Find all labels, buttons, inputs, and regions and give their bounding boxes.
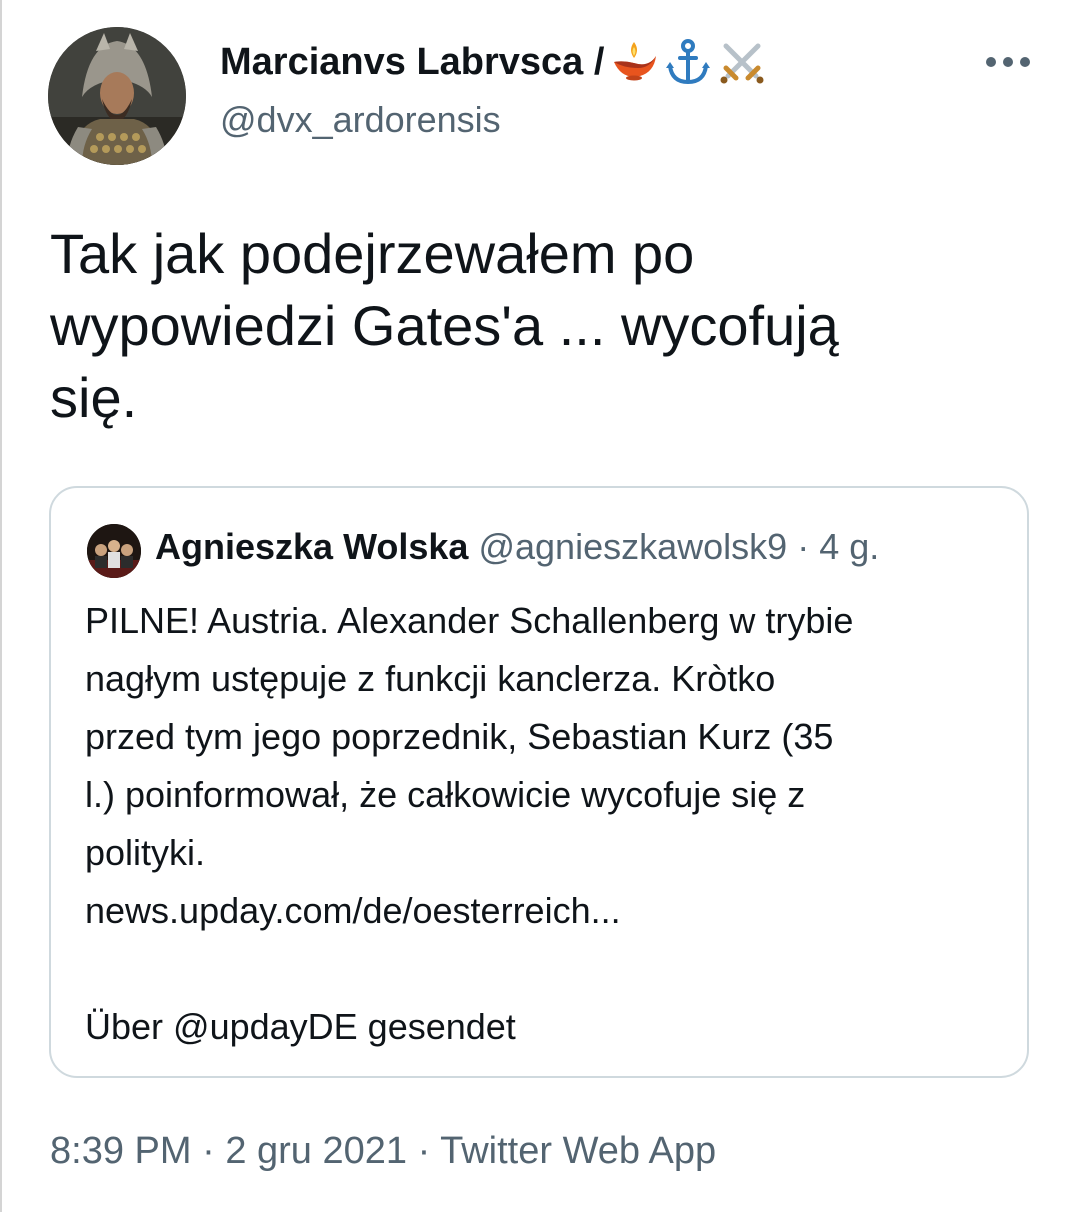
anchor-icon	[664, 38, 712, 86]
meta-separator: ·	[417, 1130, 431, 1172]
tweet-source[interactable]: Twitter Web App	[440, 1130, 716, 1172]
meta-separator: ·	[202, 1130, 215, 1172]
left-edge-divider	[0, 0, 2, 1212]
quoted-text-line: polityki.	[85, 832, 206, 873]
quoted-author-handle[interactable]: @agnieszkawolsk9	[478, 526, 787, 567]
quoted-author-name[interactable]: Agnieszka Wolska	[155, 526, 468, 567]
quoted-timestamp[interactable]: 4 g.	[819, 526, 879, 567]
quoted-link[interactable]: news.upday.com/de/oesterreich...	[85, 882, 1005, 940]
tweet-date[interactable]: 2 gru 2021	[225, 1130, 407, 1172]
more-options-button[interactable]	[980, 42, 1036, 82]
quoted-text-line: Über @updayDE gesendet	[85, 1006, 516, 1047]
quoted-author-avatar[interactable]	[87, 524, 141, 578]
tweet-time[interactable]: 8:39 PM	[50, 1130, 192, 1172]
author-display-name[interactable]: Marcianvs Labrvsca /	[220, 38, 766, 86]
author-avatar[interactable]	[48, 27, 186, 165]
tweet-metadata: 8:39 PM · 2 gru 2021 · Twitter Web App	[50, 1130, 716, 1173]
quoted-tweet-header: Agnieszka Wolska @agnieszkawolsk9 · 4 g.	[155, 526, 879, 568]
quoted-separator: ·	[797, 526, 810, 567]
quoted-avatar-image	[87, 524, 141, 578]
quoted-text-gap	[85, 940, 1005, 998]
author-name-text: Marcianvs Labrvsca /	[220, 40, 605, 83]
quoted-text-line: PILNE! Austria. Alexander Schallenberg w…	[85, 600, 854, 641]
crossed-swords-icon	[718, 38, 766, 86]
tweet-text: Tak jak podejrzewałem po wypowiedzi Gate…	[50, 222, 839, 429]
quoted-tweet-text: PILNE! Austria. Alexander Schallenberg w…	[85, 592, 1005, 1056]
more-dots-icon	[986, 57, 1030, 67]
quoted-tweet-card[interactable]: Agnieszka Wolska @agnieszkawolsk9 · 4 g.…	[49, 486, 1029, 1078]
quoted-text-line: l.) poinformował, że całkowicie wycofuje…	[85, 774, 806, 815]
oil-lamp-icon	[610, 38, 658, 86]
quoted-text-line: przed tym jego poprzednik, Sebastian Kur…	[85, 716, 834, 757]
author-handle[interactable]: @dvx_ardorensis	[220, 99, 501, 141]
quoted-text-line: nagłym ustępuje z funkcji kanclerza. Krò…	[85, 658, 776, 699]
avatar-image	[48, 27, 186, 165]
